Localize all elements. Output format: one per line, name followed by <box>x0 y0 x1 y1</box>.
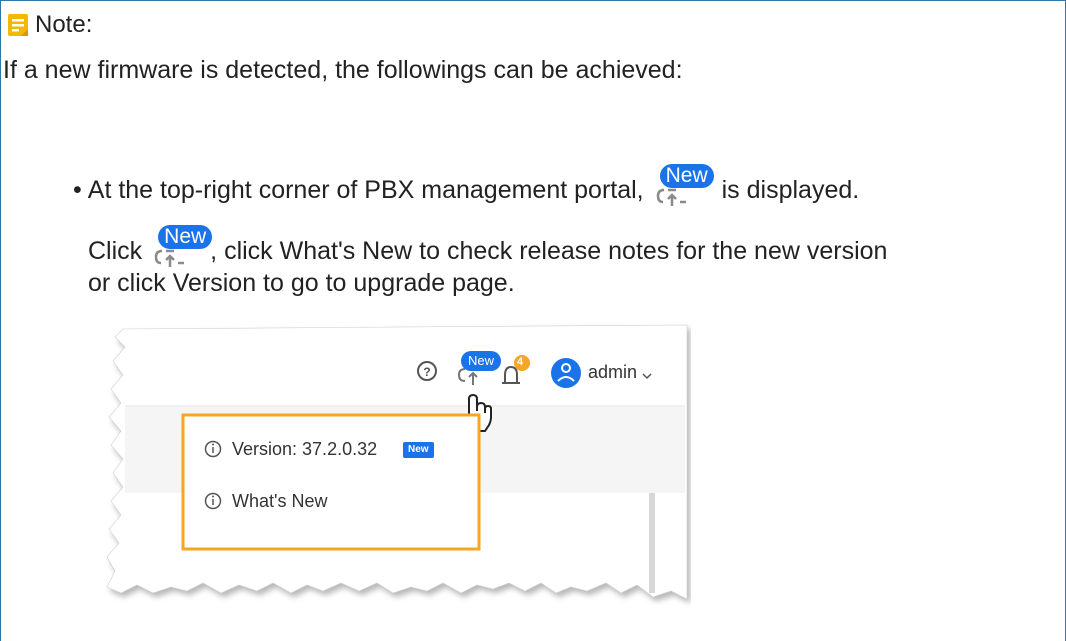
new-badge: New <box>158 225 213 249</box>
new-badge: New <box>659 164 714 188</box>
bullet-text-before: At the top-right corner of PBX managemen… <box>87 176 644 204</box>
portal-new-badge[interactable]: New <box>464 354 499 368</box>
note-box: Note: If a new firmware is detected, the… <box>0 0 1066 641</box>
instruction-line-3: or click Version to go to upgrade page. <box>88 269 515 297</box>
note-header: Note: <box>7 13 92 37</box>
instruction-line-2: Click New , click What's New to check re… <box>88 225 888 269</box>
menu-item-version[interactable]: Version: 37.2.0.32 <box>232 439 377 460</box>
bullet-text-after: is displayed. <box>721 176 860 204</box>
bullet-dot: • <box>73 176 82 204</box>
note-intro-text: If a new firmware is detected, the follo… <box>3 56 683 84</box>
portal-screenshot: ? New 4 admin Version: 37.2.0.32 New Wha… <box>101 321 691 611</box>
menu-item-whats-new[interactable]: What's New <box>232 491 327 512</box>
dropdown-highlight <box>181 413 481 551</box>
note-title: Note: <box>35 11 93 38</box>
version-new-tag: New <box>403 442 434 458</box>
click-text: Click <box>88 237 143 265</box>
note-icon <box>7 13 29 37</box>
cloud-upgrade-icon: New <box>654 164 714 208</box>
user-name[interactable]: admin <box>588 362 637 383</box>
notification-count: 4 <box>517 356 524 368</box>
bullet-line-1: • At the top-right corner of PBX manageme… <box>73 164 860 208</box>
svg-text:?: ? <box>423 365 430 379</box>
instruction-text-2: , click What's New to check release note… <box>210 237 888 265</box>
user-avatar-icon <box>551 358 581 388</box>
cloud-upgrade-icon: New <box>152 225 213 269</box>
